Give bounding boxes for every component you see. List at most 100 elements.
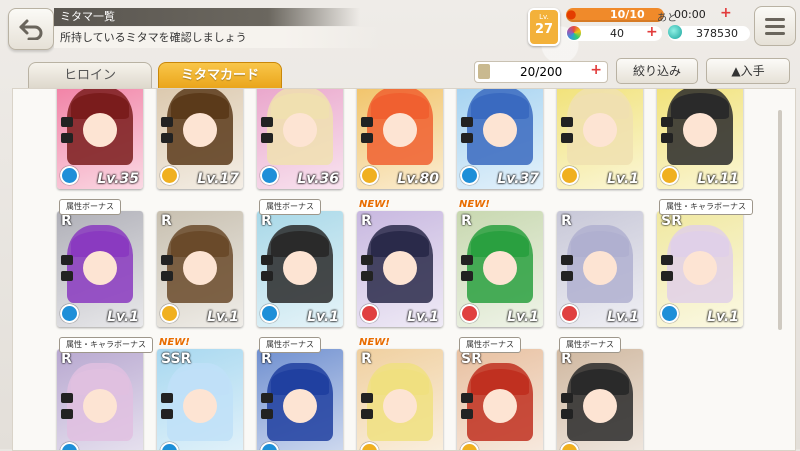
- element-icon: [460, 442, 479, 450]
- skill-icon: [361, 117, 373, 127]
- mitama-card[interactable]: R: [357, 349, 443, 450]
- flame-icon: ●: [566, 7, 577, 21]
- mitama-card[interactable]: R Lv.1: [357, 211, 443, 327]
- mitama-card[interactable]: SSR Lv.35: [57, 89, 143, 189]
- mitama-card[interactable]: SSR: [157, 349, 243, 450]
- gem-add-button[interactable]: +: [646, 25, 658, 40]
- bonus-tag: 属性ボーナス: [559, 337, 621, 353]
- mitama-card[interactable]: R Lv.1: [457, 211, 543, 327]
- skill-icons: [561, 393, 575, 425]
- card-count-box: 20/200 +: [474, 61, 608, 83]
- character-face: [183, 389, 217, 423]
- character-face: [183, 113, 217, 147]
- player-level-badge: Lv. 27: [528, 8, 560, 46]
- card-level: Lv.1: [607, 171, 639, 187]
- card-level: Lv.35: [97, 171, 139, 187]
- skill-icons: [261, 255, 275, 287]
- card-rarity: SSR: [361, 89, 391, 91]
- character-face: [83, 251, 117, 285]
- character-face: [583, 389, 617, 423]
- scrollbar[interactable]: [778, 110, 782, 330]
- coin-icon: [668, 25, 682, 39]
- skill-icon: [661, 117, 673, 127]
- sort-button[interactable]: ▲入手: [706, 58, 790, 84]
- skill-icons: [261, 117, 275, 149]
- skill-icons: [561, 255, 575, 287]
- character-face: [83, 389, 117, 423]
- skill-icon: [61, 393, 73, 403]
- skill-icon: [361, 133, 373, 143]
- element-icon: [260, 304, 279, 323]
- mitama-card[interactable]: SSR Lv.37: [457, 89, 543, 189]
- element-icon: [660, 304, 679, 323]
- skill-icon: [261, 255, 273, 265]
- skill-icons: [661, 255, 675, 287]
- mitama-card[interactable]: R Lv.1: [157, 211, 243, 327]
- mitama-card[interactable]: SR Lv.11: [657, 89, 743, 189]
- card-level: Lv.37: [497, 171, 539, 187]
- tab-mitama-cards[interactable]: ミタマカード: [158, 62, 282, 89]
- card-level: Lv.1: [407, 309, 439, 325]
- mitama-card[interactable]: SR Lv.1: [557, 89, 643, 189]
- level-value: 27: [534, 22, 554, 37]
- skill-icons: [561, 117, 575, 149]
- mitama-card[interactable]: R: [257, 349, 343, 450]
- element-icon: [360, 304, 379, 323]
- page-title: ミタマ一覧: [54, 8, 360, 26]
- new-badge: NEW!: [159, 337, 190, 348]
- element-icon: [160, 304, 179, 323]
- skill-icons: [361, 117, 375, 149]
- card-rarity: SSR: [161, 89, 191, 91]
- stamina-add-button[interactable]: +: [720, 5, 732, 21]
- skill-icons: [661, 117, 675, 149]
- skill-icon: [261, 409, 273, 419]
- character-face: [583, 251, 617, 285]
- skill-icons: [61, 393, 75, 425]
- bonus-tag: 属性ボーナス: [259, 337, 321, 353]
- card-rarity: R: [461, 213, 472, 229]
- mitama-card[interactable]: R: [57, 349, 143, 450]
- skill-icon: [661, 255, 673, 265]
- character-face: [483, 113, 517, 147]
- bonus-tag: 属性ボーナス: [459, 337, 521, 353]
- mitama-card[interactable]: R: [557, 349, 643, 450]
- card-rarity: R: [361, 351, 372, 367]
- mitama-card[interactable]: R Lv.1: [557, 211, 643, 327]
- coin-value: 378530: [696, 27, 738, 40]
- skill-icons: [361, 393, 375, 425]
- mitama-card[interactable]: SR: [457, 349, 543, 450]
- character-face: [683, 113, 717, 147]
- card-rarity: R: [561, 351, 572, 367]
- filter-button[interactable]: 絞り込み: [616, 58, 698, 84]
- level-label: Lv.: [539, 13, 549, 21]
- skill-icon: [161, 393, 173, 403]
- skill-icon: [61, 117, 73, 127]
- tab-heroine[interactable]: ヒロイン: [28, 62, 152, 89]
- bonus-tag: 属性ボーナス: [59, 199, 121, 215]
- skill-icon: [561, 133, 573, 143]
- card-icon: [478, 64, 490, 79]
- mitama-card[interactable]: SSR Lv.17: [157, 89, 243, 189]
- skill-icons: [61, 117, 75, 149]
- card-level: Lv.1: [507, 309, 539, 325]
- mitama-card[interactable]: SSR Lv.36: [257, 89, 343, 189]
- back-button[interactable]: [8, 8, 54, 50]
- skill-icon: [661, 133, 673, 143]
- skill-icons: [161, 117, 175, 149]
- skill-icon: [561, 255, 573, 265]
- mitama-card[interactable]: R Lv.1: [257, 211, 343, 327]
- skill-icon: [461, 271, 473, 281]
- character-face: [383, 389, 417, 423]
- skill-icon: [361, 409, 373, 419]
- card-rarity: SR: [661, 89, 682, 91]
- skill-icon: [561, 271, 573, 281]
- menu-button[interactable]: [754, 6, 796, 46]
- character-face: [683, 251, 717, 285]
- card-rarity: SR: [661, 213, 682, 229]
- expand-capacity-button[interactable]: +: [590, 60, 602, 80]
- mitama-card[interactable]: R Lv.1: [57, 211, 143, 327]
- mitama-card[interactable]: SSR Lv.80: [357, 89, 443, 189]
- mitama-card[interactable]: SR Lv.1: [657, 211, 743, 327]
- character-face: [383, 113, 417, 147]
- card-rarity: R: [61, 213, 72, 229]
